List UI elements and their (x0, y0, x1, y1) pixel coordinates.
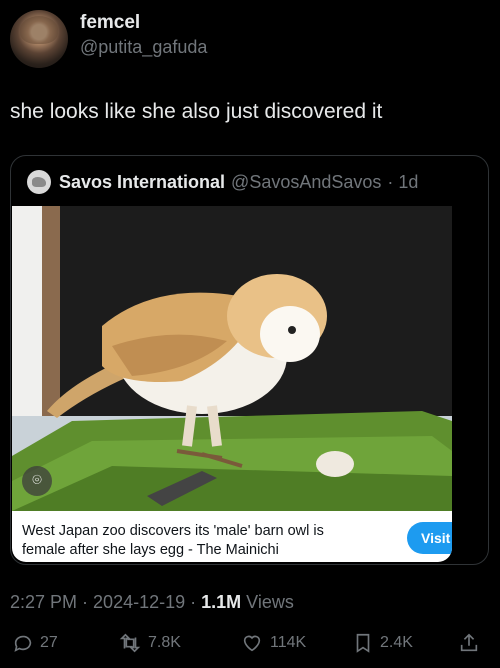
like-count: 114K (270, 634, 307, 651)
quoted-tweet-time: · 1d (387, 171, 419, 192)
tweet-header: femcel @putita_gafuda (10, 10, 207, 68)
reply-icon (14, 635, 32, 652)
share-button[interactable] (458, 632, 486, 654)
owl-photo-illustration (12, 206, 452, 511)
reply-button[interactable]: 27 (12, 632, 58, 654)
bookmark-button[interactable]: 2.4K (352, 632, 413, 654)
author-handle[interactable]: @putita_gafuda (80, 35, 207, 59)
meta-separator: · (77, 592, 94, 612)
link-headline-line1: West Japan zoo discovers its 'male' barn… (22, 523, 324, 539)
quoted-tweet[interactable]: Savos International @SavosAndSavos · 1d (10, 155, 489, 565)
action-bar: 27 7.8K 114K 2.4K (0, 632, 500, 662)
bookmark-icon (356, 633, 370, 653)
repost-button[interactable]: 7.8K (118, 632, 181, 654)
quoted-author-avatar[interactable] (27, 170, 51, 194)
quoted-author-name[interactable]: Savos International (59, 172, 225, 193)
link-headline-line2: female after she lays egg - The Mainichi (22, 542, 279, 558)
quoted-author-handle[interactable]: @SavosAndSavos (231, 172, 381, 193)
repost-icon (119, 633, 141, 653)
visual-search-icon[interactable]: ⌾ (22, 466, 52, 496)
meta-separator: · (185, 592, 202, 612)
author-display-name[interactable]: femcel (80, 11, 207, 35)
link-card[interactable]: ⌾ West Japan zoo discovers its 'male' ba… (12, 206, 452, 562)
tweet-time[interactable]: 2:27 PM (10, 592, 77, 612)
like-button[interactable]: 114K (240, 632, 306, 654)
share-icon (460, 633, 478, 652)
author-names: femcel @putita_gafuda (80, 11, 207, 59)
views-label: Views (241, 592, 294, 612)
owl-photo[interactable]: ⌾ (12, 206, 452, 511)
avatar[interactable] (10, 10, 68, 68)
visit-button[interactable]: Visit › (407, 522, 452, 554)
repost-count: 7.8K (148, 634, 181, 651)
reply-count: 27 (40, 634, 58, 651)
tweet-meta: 2:27 PM · 2024-12-19 · 1.1M Views (10, 592, 294, 613)
heart-icon (243, 635, 261, 652)
tweet-date[interactable]: 2024-12-19 (93, 592, 185, 612)
bookmark-count: 2.4K (380, 634, 413, 651)
quoted-tweet-header: Savos International @SavosAndSavos · 1d (27, 170, 418, 194)
link-headline[interactable]: West Japan zoo discovers its 'male' barn… (22, 522, 362, 560)
tweet-text: she looks like she also just discovered … (10, 100, 383, 123)
views-count: 1.1M (201, 592, 242, 612)
